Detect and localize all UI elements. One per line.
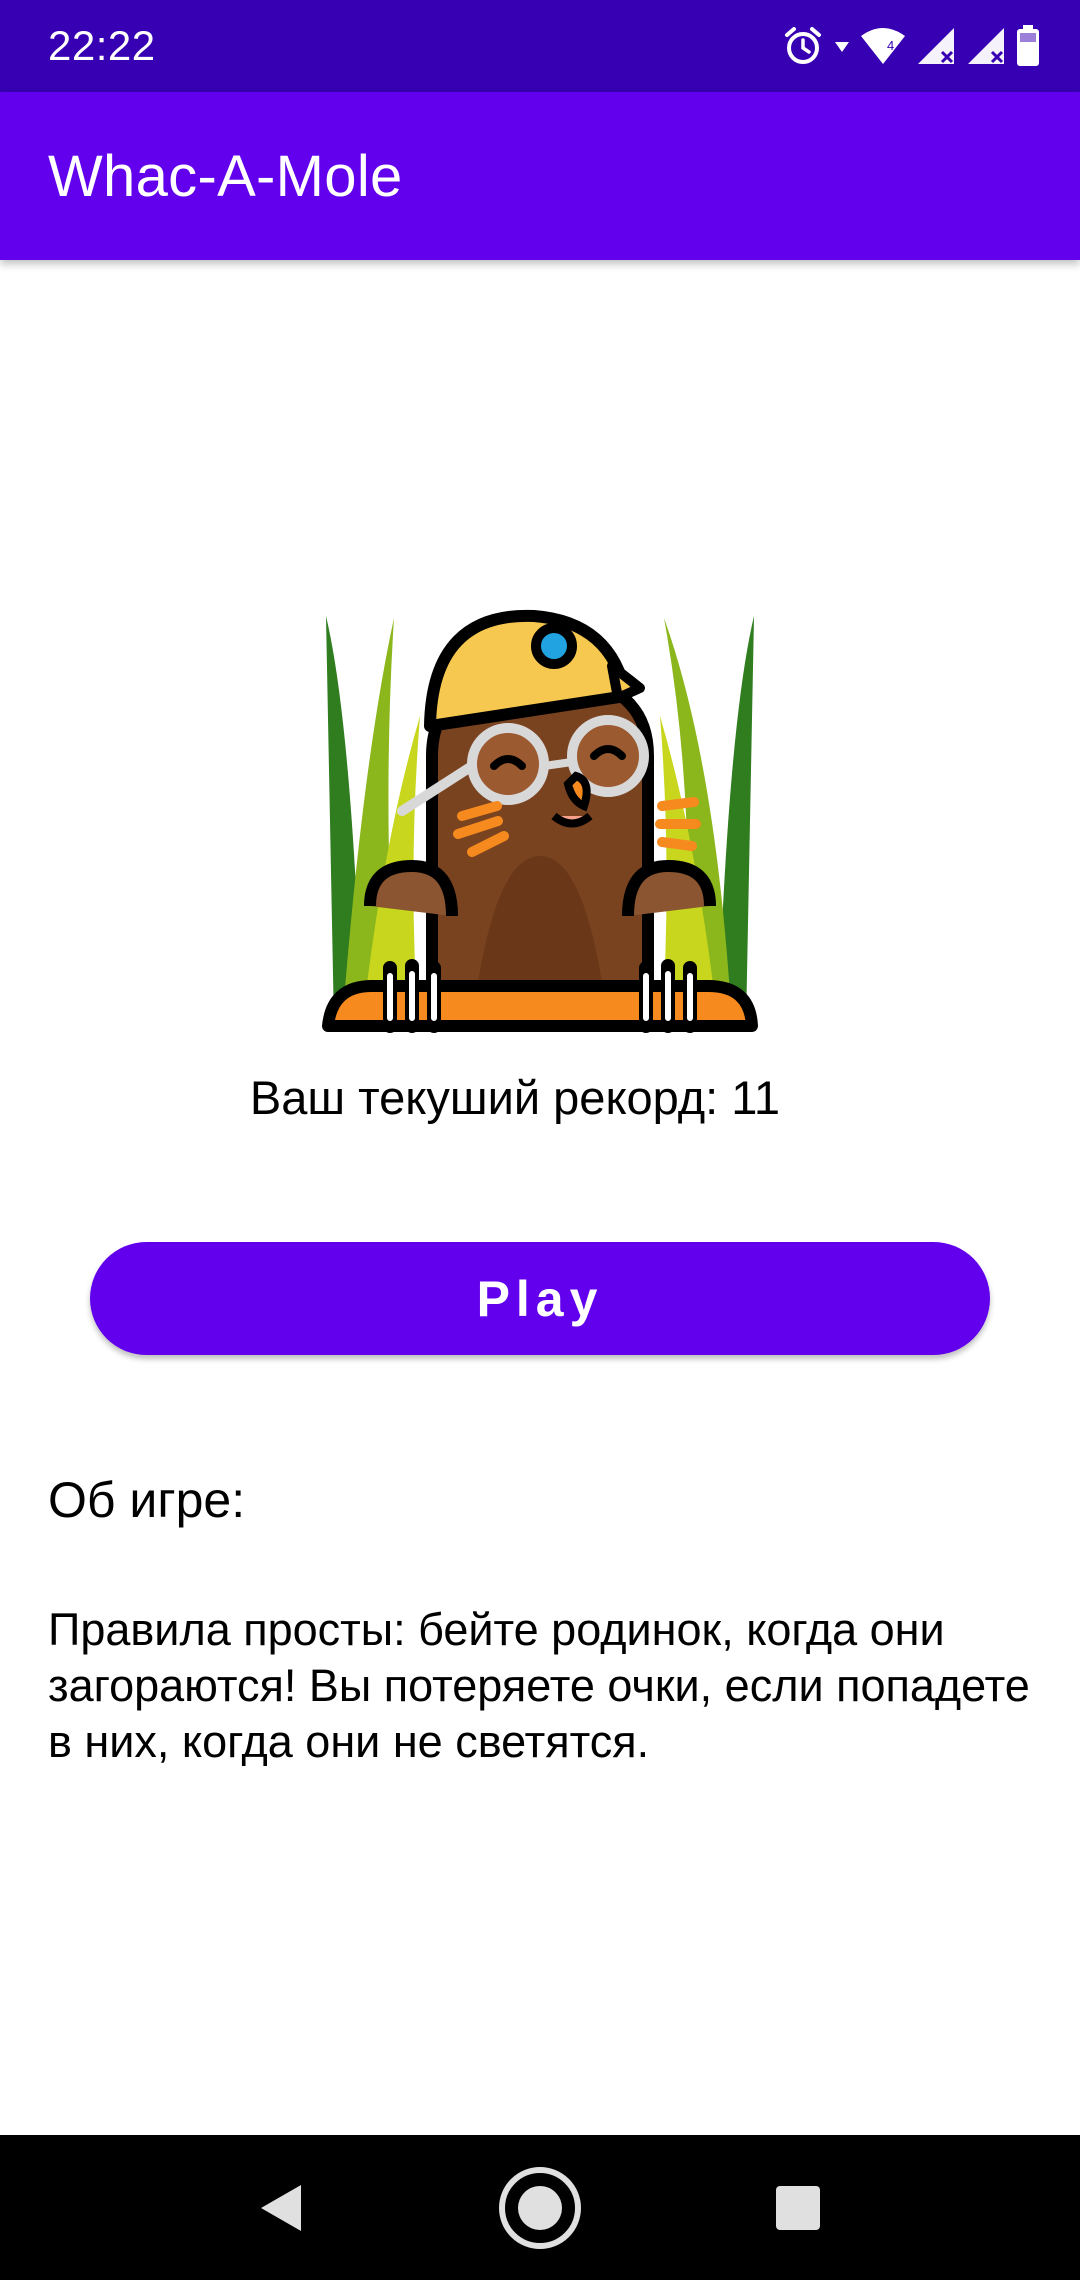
status-bar: 22:22 4 [0,0,1080,92]
signal-icon [966,26,1006,66]
network-label: 4 [887,38,894,53]
status-icons: 4 [782,22,1040,70]
signal-icon [916,26,956,66]
about-heading: Об игре: [48,1472,246,1528]
battery-icon [1016,25,1040,67]
back-button[interactable] [200,2135,360,2280]
screen: 22:22 4 Whac-A-Mole Ваш текуший рекорд: … [0,0,1080,2280]
about-description: Правила просты: бейте родинок, когда они… [48,1604,1030,1767]
recents-button[interactable] [718,2135,878,2280]
app-title: Whac-A-Mole [48,144,403,209]
recents-icon [776,2185,820,2230]
navigation-bar [0,2135,1080,2280]
status-time: 22:22 [48,22,156,69]
wifi-icon: 4 [860,26,906,66]
home-button[interactable] [460,2135,620,2280]
mole-illustration [322,606,758,1034]
play-button[interactable]: Play [90,1242,990,1355]
home-icon [499,2166,581,2249]
app-bar: Whac-A-Mole [0,92,1080,260]
back-icon [261,2184,301,2231]
data-arrow-icon [834,36,850,56]
record-text: Ваш текуший рекорд: 11 [249,1071,781,1124]
alarm-icon [782,25,824,67]
